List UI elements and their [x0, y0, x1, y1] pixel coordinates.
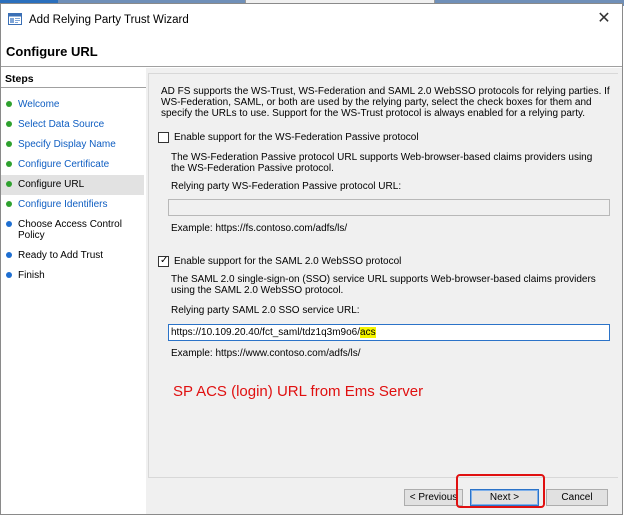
window-title: Add Relying Party Trust Wizard	[29, 14, 189, 26]
step-label: Choose Access Control Policy	[18, 219, 122, 241]
step-label: Configure URL	[18, 179, 85, 190]
saml-sso-url-input[interactable]: https://10.109.20.40/fct_saml/tdz1q3m9o6…	[168, 324, 610, 341]
step-status-dot	[6, 141, 12, 147]
saml-url-label: Relying party SAML 2.0 SSO service URL:	[171, 305, 360, 316]
step-status-dot	[6, 252, 12, 258]
wsfed-checkbox[interactable]	[158, 132, 169, 143]
wizard-body: Steps Welcome Select Data Source Specify…	[1, 68, 622, 514]
page-title: Configure URL	[6, 44, 98, 59]
wsfed-checkbox-label[interactable]: Enable support for the WS-Federation Pas…	[174, 132, 419, 143]
title-bar[interactable]: Add Relying Party Trust Wizard ✕	[1, 4, 622, 35]
step-status-dot	[6, 101, 12, 107]
step-status-dot	[6, 272, 12, 278]
page-header: Configure URL	[1, 35, 622, 67]
saml-url-value: https://10.109.20.40/fct_saml/tdz1q3m9o6…	[171, 327, 361, 338]
wsfed-example: Example: https://fs.contoso.com/adfs/ls/	[171, 223, 348, 234]
configure-url-content: AD FS supports the WS-Trust, WS-Federati…	[148, 73, 618, 478]
wsfed-description: The WS-Federation Passive protocol URL s…	[171, 152, 593, 174]
wizard-icon	[8, 13, 22, 25]
step-label: Ready to Add Trust	[18, 250, 104, 261]
previous-button[interactable]: < Previous	[404, 489, 463, 506]
saml-url-highlighted-segment: acs	[360, 327, 376, 338]
step-label: Welcome	[18, 99, 60, 110]
step-status-dot	[6, 201, 12, 207]
steps-panel: Steps Welcome Select Data Source Specify…	[1, 68, 146, 514]
step-label: Configure Identifiers	[18, 199, 108, 210]
wsfed-url-input[interactable]	[168, 199, 610, 216]
intro-text: AD FS supports the WS-Trust, WS-Federati…	[161, 86, 610, 119]
checkmark-icon: ✓	[160, 255, 169, 266]
steps-header: Steps	[5, 73, 34, 85]
close-icon[interactable]: ✕	[594, 8, 614, 30]
wsfed-url-label: Relying party WS-Federation Passive prot…	[171, 181, 402, 192]
step-label: Configure Certificate	[18, 159, 110, 170]
step-label: Select Data Source	[18, 119, 105, 130]
step-status-dot	[6, 181, 12, 187]
saml-description: The SAML 2.0 single-sign-on (SSO) servic…	[171, 274, 596, 296]
step-status-dot	[6, 221, 12, 227]
saml-checkbox[interactable]: ✓	[158, 255, 169, 267]
wizard-window: Add Relying Party Trust Wizard ✕ Configu…	[0, 3, 623, 515]
saml-checkbox-label[interactable]: Enable support for the SAML 2.0 WebSSO p…	[174, 256, 401, 267]
step-label: Finish	[18, 270, 45, 281]
steps-divider	[1, 87, 146, 88]
annotation-text: SP ACS (login) URL from Ems Server	[173, 383, 424, 400]
step-status-dot	[6, 161, 12, 167]
cancel-button[interactable]: Cancel	[546, 489, 608, 506]
saml-example: Example: https://www.contoso.com/adfs/ls…	[171, 348, 361, 359]
step-label: Specify Display Name	[18, 139, 116, 150]
step-status-dot	[6, 121, 12, 127]
next-button-callout	[456, 474, 545, 508]
